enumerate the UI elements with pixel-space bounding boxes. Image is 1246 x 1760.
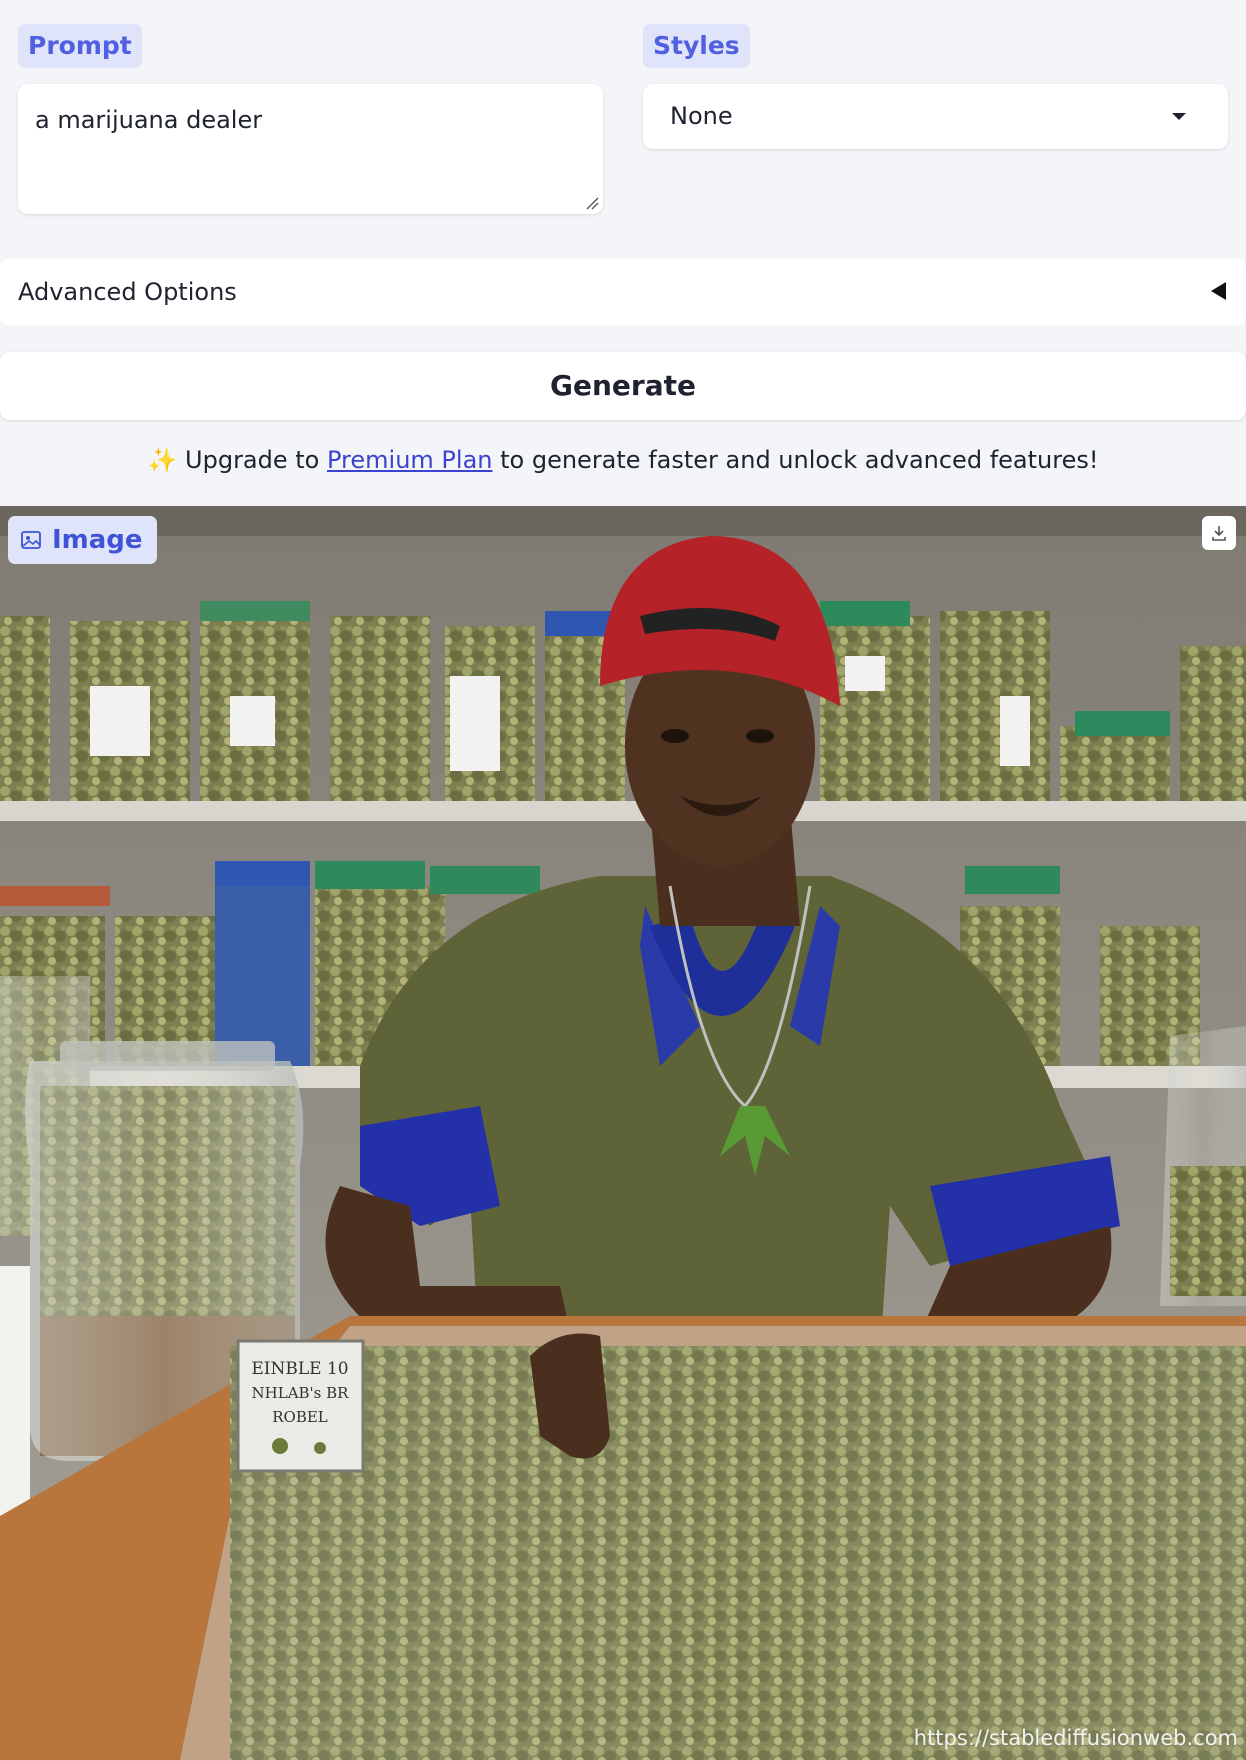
prompt-textarea[interactable]: a marijuana dealer (18, 84, 603, 214)
prompt-text: a marijuana dealer (35, 106, 263, 134)
sign-line-3: ROBEL (272, 1408, 328, 1426)
price-sign: EINBLE 10 NHLAB's BR ROBEL (236, 1339, 365, 1473)
styles-selected-value: None (670, 102, 733, 130)
image-label-text: Image (52, 525, 143, 555)
advanced-options-label: Advanced Options (18, 278, 237, 306)
expand-triangle-icon (1211, 282, 1226, 300)
resize-handle-icon[interactable] (585, 196, 599, 210)
watermark-text: https://stablediffusionweb.com (913, 1726, 1238, 1750)
image-icon (21, 531, 41, 549)
foreground-right-jar (1160, 1026, 1246, 1306)
image-label-badge: Image (8, 516, 157, 564)
generate-button[interactable]: Generate (0, 352, 1246, 420)
prompt-label: Prompt (18, 24, 142, 68)
styles-label: Styles (643, 24, 750, 68)
premium-plan-link[interactable]: Premium Plan (327, 446, 492, 474)
styles-dropdown[interactable]: None (643, 84, 1228, 149)
input-panel: Prompt Styles a marijuana dealer None (0, 8, 1246, 230)
generated-image: EINBLE 10 NHLAB's BR ROBEL (0, 506, 1246, 1760)
download-button[interactable] (1202, 516, 1236, 550)
advanced-options-accordion[interactable]: Advanced Options (0, 259, 1246, 325)
upgrade-banner: ✨ Upgrade to Premium Plan to generate fa… (0, 446, 1246, 474)
download-icon (1212, 526, 1226, 541)
caret-down-icon (1172, 113, 1186, 120)
upgrade-prefix: ✨ Upgrade to (147, 446, 327, 474)
upgrade-suffix: to generate faster and unlock advanced f… (492, 446, 1099, 474)
sign-line-2: NHLAB's BR (252, 1384, 350, 1402)
sign-line-1: EINBLE 10 (251, 1359, 348, 1379)
generated-image-panel: EINBLE 10 NHLAB's BR ROBEL Image https:/… (0, 506, 1246, 1760)
